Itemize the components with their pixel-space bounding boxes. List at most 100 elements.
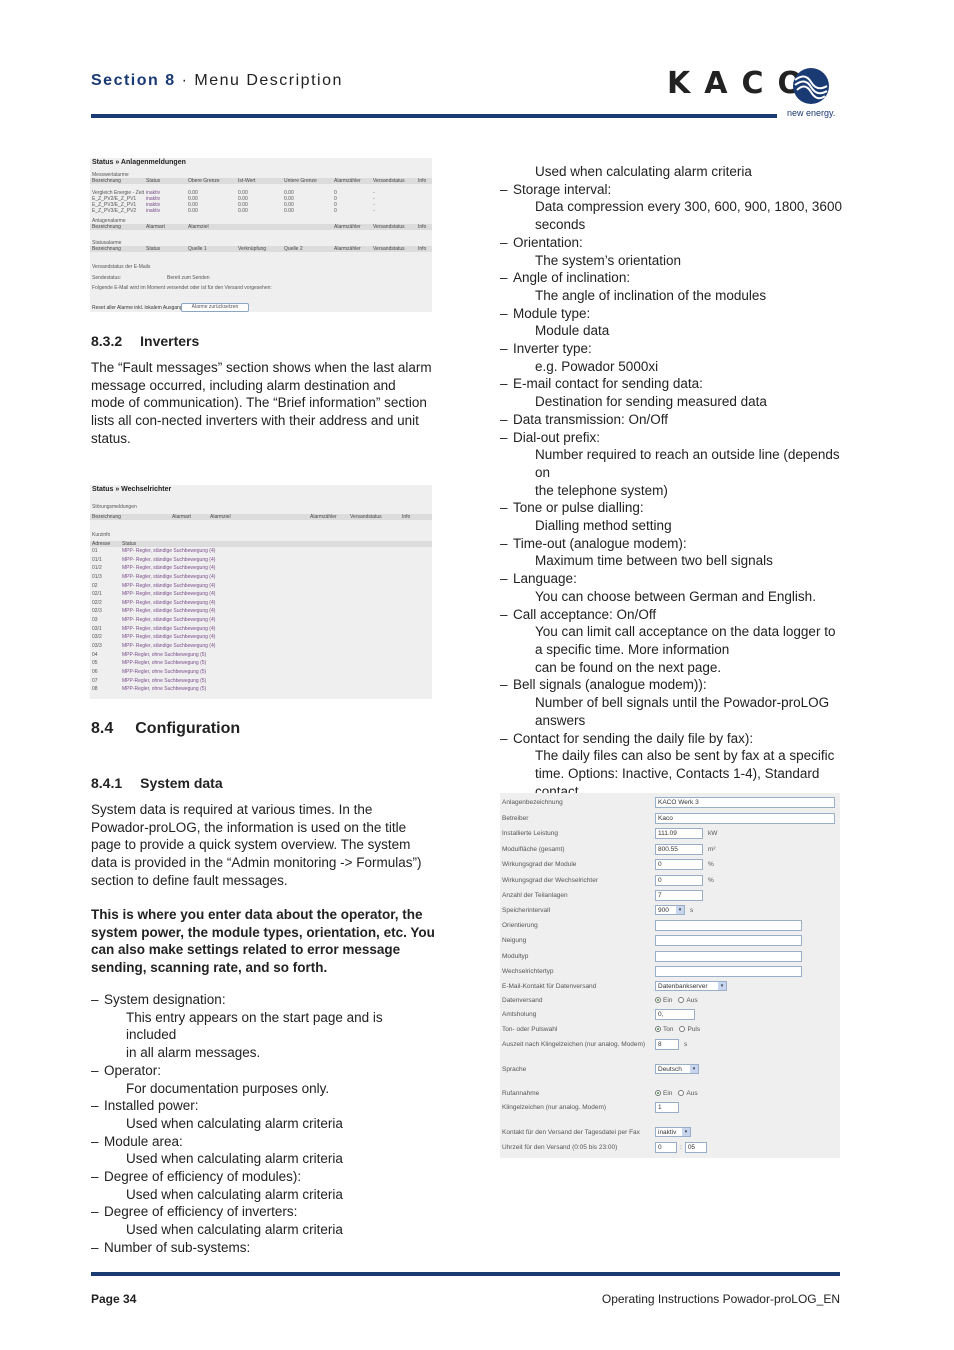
- fax-kontakt-label: Kontakt für den Versand der Tagesdatei p…: [502, 1128, 640, 1136]
- inverter-address: 01/2: [92, 565, 102, 572]
- list-item: – Operator: For documentation purposes onl…: [91, 1062, 436, 1097]
- logo-tagline: new energy.: [787, 108, 836, 118]
- list-item: – Bell signals (analogue modem)): Number o…: [500, 676, 845, 729]
- betreiber-input[interactable]: Kaco: [655, 812, 835, 824]
- inverter-status: MPP- Regler, ständige Suchbewegung (4): [122, 608, 216, 615]
- column-header: Status: [146, 246, 161, 252]
- inverter-status: MPP- Regler, ständige Suchbewegung (4): [122, 634, 216, 641]
- datenversand-ein-label: Ein: [663, 996, 673, 1004]
- uhrzeit-minute-input[interactable]: 05: [684, 1141, 707, 1153]
- list-item: – Orientation: The system’s orientation: [500, 234, 845, 269]
- reset-alarms-button[interactable]: Alarme zurücksetzen: [181, 303, 249, 312]
- left-parameter-list: – System designation: This entry appears o…: [91, 991, 436, 1257]
- inverter-status: MPP-Regler, ohne Suchbewegung (5): [122, 686, 207, 693]
- form-row-speicherintervall: Speicherintervall 900 ▾ s: [502, 903, 840, 917]
- column-header: Alarmzähler: [334, 178, 361, 184]
- anlagenbezeichnung-input[interactable]: KACO Werk 3: [655, 796, 835, 808]
- list-item-label: Data transmission: On/Off: [513, 411, 669, 427]
- puls-radio[interactable]: [679, 1026, 686, 1032]
- wr-typ-input[interactable]: [655, 965, 802, 977]
- table-row: 01/3 MPP- Regler, ständige Suchbewegung (…: [90, 574, 432, 583]
- dash-bullet-icon: –: [91, 1062, 99, 1078]
- kaco-wave-logo-icon: [793, 68, 829, 104]
- dash-bullet-icon: –: [500, 429, 508, 445]
- leistung-label: Installierte Leistung: [502, 829, 559, 837]
- leistung-input[interactable]: 111.09: [655, 827, 703, 839]
- form-row-leistung: Installierte Leistung 111.09 kW: [502, 826, 840, 840]
- table-cell: -: [373, 208, 375, 214]
- inverter-status: MPP- Regler, ständige Suchbewegung (4): [122, 591, 216, 598]
- inverter-status: MPP- Regler, ständige Suchbewegung (4): [122, 548, 216, 554]
- sprache-select[interactable]: Deutsch ▾: [655, 1064, 699, 1074]
- fax-kontakt-select[interactable]: inaktiv ▾: [655, 1127, 691, 1137]
- list-item: – Inverter type: e.g. Powador 5000xi: [500, 340, 845, 375]
- neigung-input[interactable]: [655, 934, 802, 946]
- teilanlagen-input[interactable]: 7: [655, 889, 703, 901]
- speicherintervall-select[interactable]: 900 ▾: [655, 905, 685, 915]
- list-item: – Installed power: Used when calculating a…: [91, 1097, 436, 1132]
- list-item-label: Bell signals (analogue modem)):: [513, 677, 707, 693]
- uhrzeit-hour-input[interactable]: 0: [655, 1141, 677, 1153]
- column-header: Ist-Wert: [238, 178, 256, 184]
- klingelzeichen-input[interactable]: 1: [655, 1101, 679, 1113]
- modultyp-label: Modultyp: [502, 952, 529, 960]
- leistung-unit: kW: [708, 829, 718, 837]
- dash-bullet-icon: –: [91, 1133, 99, 1149]
- column-header: Bezeichnung: [92, 246, 121, 252]
- inverters-heading: 8.3.2 Inverters: [91, 333, 199, 349]
- orientierung-input[interactable]: [655, 919, 802, 931]
- table-row: 03/3 MPP- Regler, ständige Suchbewegung (…: [90, 643, 432, 652]
- column-header: Info: [418, 246, 427, 252]
- form-row-sprache: Sprache Deutsch ▾: [502, 1062, 840, 1076]
- list-item-label: Installed power:: [104, 1098, 199, 1114]
- column-header: Alarmzähler: [334, 224, 361, 230]
- list-item-description: in all alarm messages.: [126, 1045, 261, 1061]
- auszeit-input[interactable]: 8: [655, 1038, 679, 1050]
- table-row: 01 MPP- Regler, ständige Suchbewegung (4): [90, 548, 432, 557]
- column-header: Info: [402, 514, 411, 520]
- column-header: Bezeichnung: [92, 224, 121, 230]
- email-kontakt-select[interactable]: Datenbankserver ▾: [655, 981, 727, 991]
- dash-bullet-icon: –: [500, 535, 508, 551]
- inverter-status: MPP-Regler, ohne Suchbewegung (5): [122, 668, 207, 675]
- inverter-status: MPP- Regler, ständige Suchbewegung (4): [122, 625, 216, 632]
- datenversand-aus-radio[interactable]: [678, 997, 685, 1003]
- list-item: – Call acceptance: On/Off You can limit ca…: [500, 606, 845, 677]
- column-header: Verknüpfung: [238, 246, 267, 252]
- inverters-heading-num: 8.3.2: [91, 333, 123, 349]
- ton-radio[interactable]: [655, 1026, 661, 1032]
- wg-wr-label: Wirkungsgrad der Wechselrichter: [502, 876, 598, 884]
- table-row: 01/2 MPP- Regler, ständige Suchbewegung (…: [90, 565, 432, 574]
- wg-module-input[interactable]: 0: [655, 858, 703, 870]
- column-header: Info: [418, 178, 427, 184]
- column-header: Adresse: [92, 541, 111, 547]
- list-item-label: Angle of inclination:: [513, 270, 631, 286]
- send-status-value: Bereit zum Senden: [167, 275, 210, 281]
- amtsholung-input[interactable]: 0,: [655, 1008, 695, 1020]
- datenversand-ein-radio[interactable]: [655, 997, 661, 1003]
- list-item-description: seconds: [535, 217, 586, 233]
- right-parameter-list: – Storage interval: Data compression every…: [500, 181, 845, 801]
- rufannahme-ein-radio[interactable]: [655, 1090, 661, 1096]
- chevron-down-icon: ▾: [676, 906, 684, 914]
- list-item: – Number of sub-systems:: [91, 1239, 436, 1257]
- list-item-label: Module type:: [513, 305, 591, 321]
- form-row-betreiber: Betreiber Kaco: [502, 811, 840, 825]
- auszeit-label: Auszeit nach Klingelzeichen (nur analog.…: [502, 1040, 646, 1048]
- wg-wr-input[interactable]: 0: [655, 874, 703, 886]
- table-row: 03 MPP- Regler, ständige Suchbewegung (4): [90, 617, 432, 626]
- fault-table-header: Bezeichnung Alarmart Alarmziel Alarmzähler V…: [90, 514, 432, 520]
- list-item-description: Dialling method setting: [535, 518, 672, 534]
- list-item-description: can be found on the next page.: [535, 659, 722, 675]
- inverter-address: 07: [92, 677, 98, 684]
- modulflaeche-input[interactable]: 800.55: [655, 843, 703, 855]
- table-row: 03/1 MPP- Regler, ständige Suchbewegung (…: [90, 626, 432, 635]
- inverter-address: 06: [92, 668, 98, 675]
- footer-rule: [91, 1272, 840, 1276]
- rufannahme-aus-radio[interactable]: [678, 1090, 685, 1096]
- list-item-description: Module data: [535, 323, 610, 339]
- chevron-down-icon: ▾: [682, 1128, 690, 1136]
- system-data-form: Anlagenbezeichnung KACO Werk 3 Betreiber…: [500, 793, 840, 1158]
- modulflaeche-unit: m²: [708, 845, 716, 853]
- modultyp-input[interactable]: [655, 950, 802, 962]
